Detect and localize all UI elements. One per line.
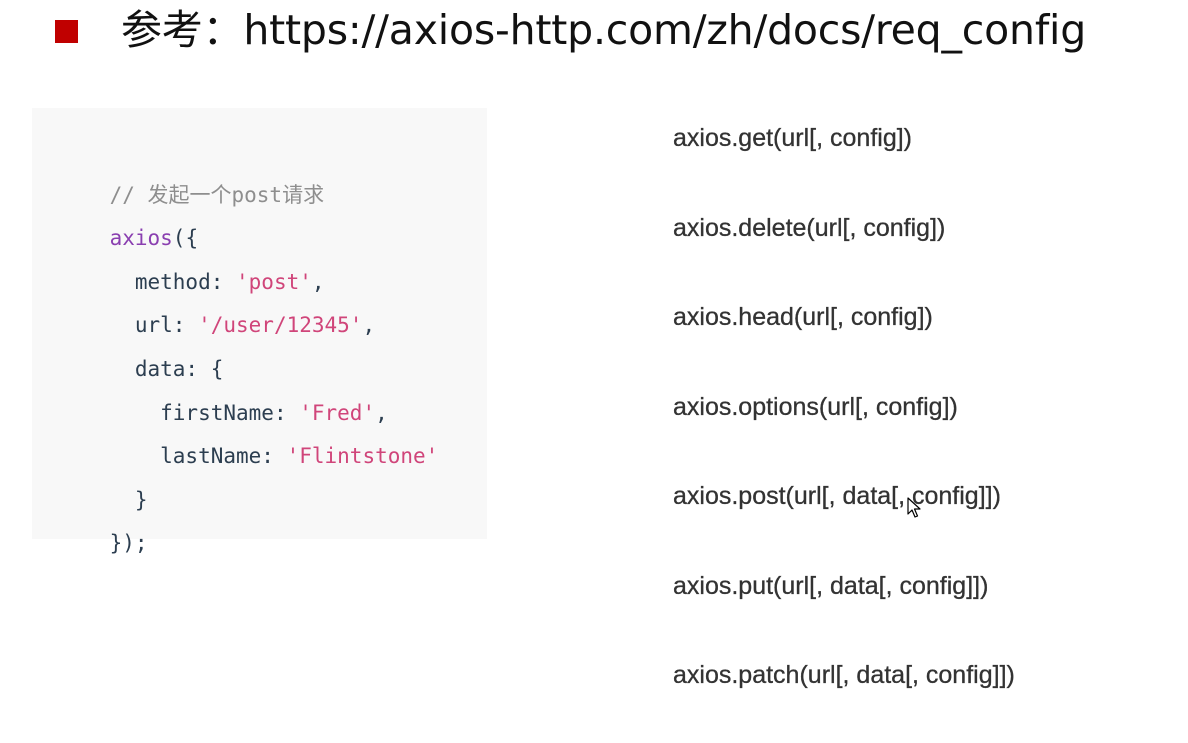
code-token: url:	[109, 313, 199, 338]
code-token: }	[109, 487, 148, 512]
mouse-pointer-icon	[907, 497, 921, 518]
code-token: });	[109, 531, 148, 556]
code-token: ,	[375, 400, 388, 425]
method-signature: axios.delete(url[, config])	[673, 213, 946, 242]
code-token: ,	[362, 313, 376, 338]
method-signature: axios.head(url[, config])	[673, 303, 933, 331]
code-token: data: {	[109, 356, 224, 381]
method-signature: axios.patch(url[, data[, config]])	[673, 661, 1015, 689]
method-signature: axios.post(url[, data[, config]])	[673, 482, 1001, 510]
code-line: // 发起一个post请求	[59, 130, 487, 207]
red-square-bullet-icon	[55, 20, 78, 43]
code-token-function: axios	[109, 226, 173, 251]
method-signature: axios.put(url[, data[, config]])	[673, 571, 989, 600]
code-token: firstName:	[109, 400, 300, 425]
code-token: method:	[109, 269, 237, 294]
code-token-string: 'Flintstone'	[286, 444, 439, 469]
code-token-comment: // 发起一个post请求	[109, 182, 325, 207]
method-signature: axios.options(url[, config])	[673, 392, 958, 421]
page-title: 参考：https://axios-http.com/zh/docs/req_co…	[121, 6, 1087, 54]
code-token-string: 'Fred'	[299, 400, 376, 425]
code-example-block: // 发起一个post请求 axios({ method: 'post', ur…	[32, 108, 487, 555]
code-token: lastName:	[109, 444, 287, 469]
code-token-string: '/user/12345'	[198, 313, 363, 338]
method-signature: axios.get(url[, config])	[673, 124, 912, 152]
code-token-string: 'post'	[236, 269, 312, 294]
code-token: ,	[311, 269, 325, 294]
code-token: ({	[172, 226, 199, 251]
axios-method-list: axios.get(url[, config]) axios.delete(ur…	[673, 116, 1015, 743]
